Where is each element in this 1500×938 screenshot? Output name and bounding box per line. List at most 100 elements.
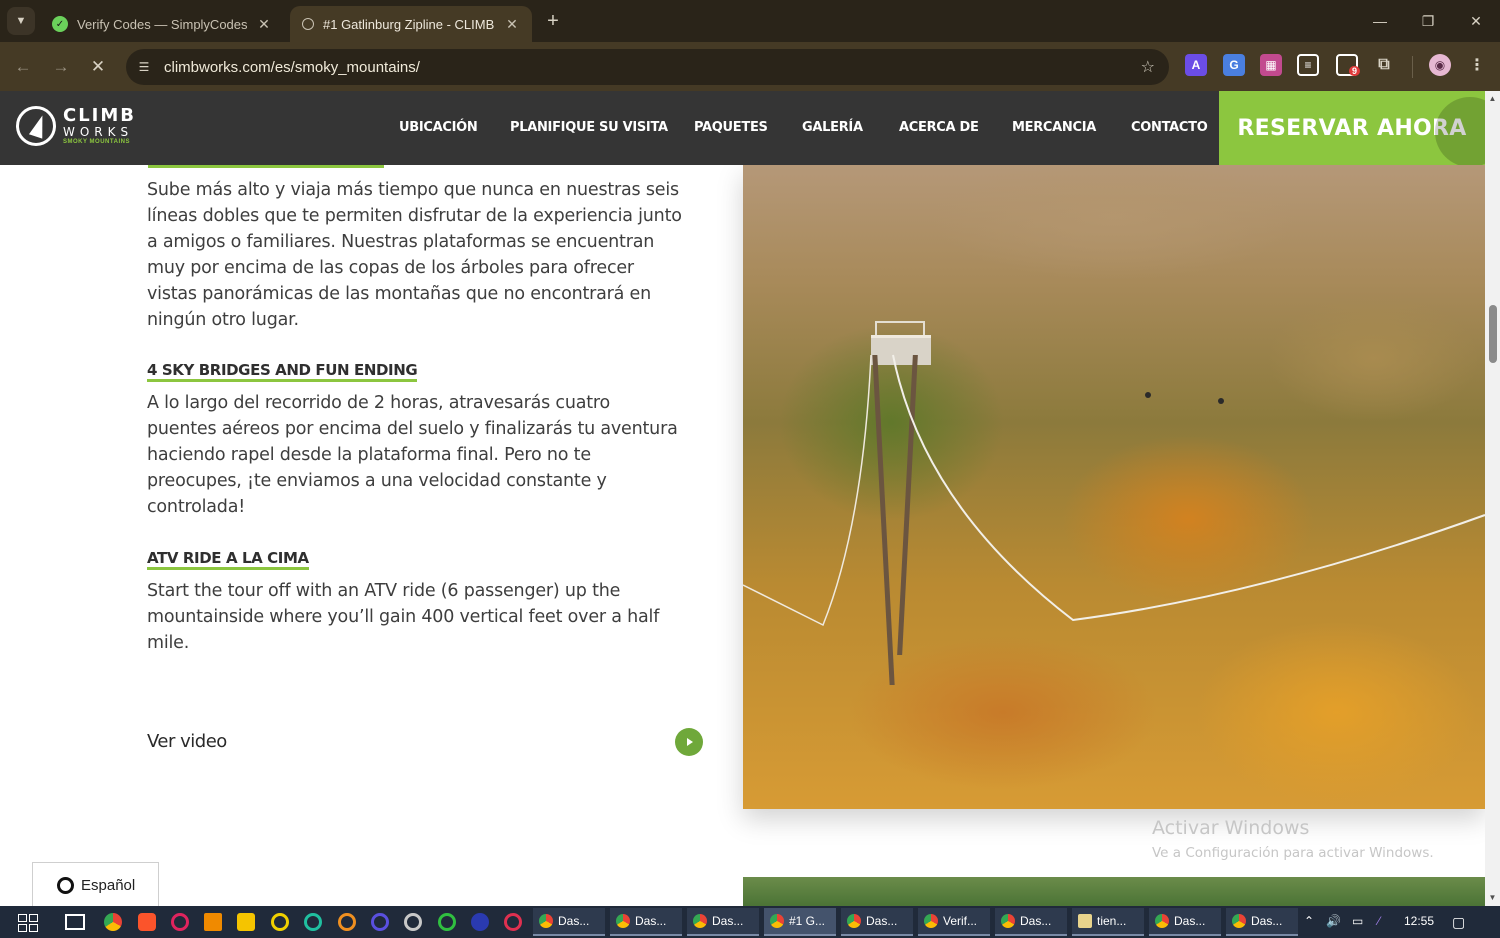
heading-underline xyxy=(148,165,384,168)
notifications-icon[interactable]: ▢ xyxy=(1452,914,1465,931)
tray-chevron-up-icon[interactable]: ⌃ xyxy=(1304,914,1314,928)
pen-icon[interactable]: ⁄ xyxy=(1378,914,1380,928)
nav-planifique[interactable]: PLANIFIQUE SU VISITA xyxy=(510,120,668,135)
taskbar-app[interactable]: Das... xyxy=(687,908,759,936)
loading-favicon-icon xyxy=(302,18,314,30)
taskbar-app-active[interactable]: #1 G... xyxy=(764,908,836,936)
taskbar-app-label: Das... xyxy=(558,914,590,928)
plus-icon: + xyxy=(547,9,559,32)
app-ring-yellow-icon[interactable] xyxy=(271,913,289,931)
browser-toolbar: ← → ✕ ☰ ☆ A G ▦ ≡ 9 ⧉ ◉ ⋮ xyxy=(0,42,1500,91)
profile-avatar-icon[interactable]: ◉ xyxy=(1429,54,1451,76)
task-view-icon[interactable] xyxy=(65,914,85,930)
nav-paquetes[interactable]: PAQUETES xyxy=(694,120,768,135)
taskbar-app-label: Verif... xyxy=(943,914,978,928)
restore-icon: ❐ xyxy=(1421,12,1435,29)
scroll-down-icon[interactable]: ▼ xyxy=(1488,893,1497,902)
clock[interactable]: 12:55 xyxy=(1404,914,1434,928)
nav-acerca-de[interactable]: ACERCA DE xyxy=(899,120,979,135)
taskbar-app-label: tien... xyxy=(1097,914,1127,928)
watermark-title: Activar Windows xyxy=(1152,817,1310,839)
translate-extension-icon[interactable]: G xyxy=(1223,54,1245,76)
app-ring-green-icon[interactable] xyxy=(438,913,456,931)
language-label: Español xyxy=(81,876,136,894)
opera-icon[interactable] xyxy=(171,913,189,931)
restore-button[interactable]: ❐ xyxy=(1413,8,1443,34)
taskbar-app[interactable]: Das... xyxy=(1226,908,1298,936)
play-icon[interactable] xyxy=(675,728,703,756)
more-menu-icon[interactable]: ⋮ xyxy=(1466,54,1488,76)
extension-store-icon[interactable]: ▦ xyxy=(1260,54,1282,76)
page-scrollbar[interactable]: ▲ ▼ xyxy=(1485,91,1500,906)
app-ring-orange-icon[interactable] xyxy=(338,913,356,931)
nav-mercancia[interactable]: MERCANCIA xyxy=(1012,120,1096,135)
tab-verify-codes[interactable]: ✓ Verify Codes — SimplyCodes ✕ xyxy=(40,6,284,42)
tab-search-button[interactable]: ▼ xyxy=(7,7,35,35)
taskbar-app-label: Das... xyxy=(712,914,744,928)
book-now-button[interactable]: RESERVAR AHORA xyxy=(1219,91,1485,165)
scrollbar-thumb[interactable] xyxy=(1489,305,1497,363)
logo-line2: WORKS xyxy=(63,125,134,139)
forest-photo-2 xyxy=(743,877,1485,906)
tab-title: #1 Gatlinburg Zipline - CLIMB V xyxy=(323,16,496,32)
page-viewport: CLIMB WORKS SMOKY MOUNTAINS UBICACIÓN PL… xyxy=(0,91,1485,906)
nav-contacto[interactable]: CONTACTO xyxy=(1131,120,1208,135)
section-body-atv: Start the tour off with an ATV ride (6 p… xyxy=(147,581,660,653)
reading-list-icon[interactable]: ≡ xyxy=(1297,54,1319,76)
taskbar-app[interactable]: Das... xyxy=(610,908,682,936)
taskbar-app[interactable]: tien... xyxy=(1072,908,1144,936)
chrome-icon xyxy=(1232,914,1246,928)
start-icon[interactable] xyxy=(18,914,38,932)
taskbar-app[interactable]: Das... xyxy=(533,908,605,936)
forward-button[interactable]: → xyxy=(48,54,74,80)
taskbar-app[interactable]: Das... xyxy=(995,908,1067,936)
taskbar-app[interactable]: Das... xyxy=(1149,908,1221,936)
globe-icon xyxy=(57,876,74,894)
close-tab-icon[interactable]: ✕ xyxy=(256,16,272,33)
brave-icon[interactable] xyxy=(138,913,156,931)
section-heading-atv: ATV RIDE A LA CIMA xyxy=(147,549,309,570)
volume-icon[interactable]: 🔊 xyxy=(1326,914,1341,928)
nav-galeria[interactable]: GALERÍA xyxy=(802,120,863,135)
language-selector[interactable]: Español xyxy=(32,862,159,906)
windows-taskbar: Das... Das... Das... #1 G... Das... Veri… xyxy=(0,906,1500,938)
stop-loading-button[interactable]: ✕ xyxy=(85,54,111,80)
taskbar-app[interactable]: Verif... xyxy=(918,908,990,936)
back-button[interactable]: ← xyxy=(10,54,36,80)
network-icon[interactable]: ▭ xyxy=(1352,914,1363,928)
site-settings-icon[interactable]: ☰ xyxy=(136,59,152,75)
taskbar-app-label: Das... xyxy=(1251,914,1283,928)
extensions-puzzle-icon[interactable]: ⧉ xyxy=(1373,54,1395,76)
app-ring-grey-icon[interactable] xyxy=(404,913,422,931)
climbworks-logo[interactable]: CLIMB WORKS SMOKY MOUNTAINS xyxy=(16,106,136,146)
taskbar-app[interactable]: Das... xyxy=(841,908,913,936)
app-ring-red-icon[interactable] xyxy=(504,913,522,931)
app-ring-indigo-icon[interactable] xyxy=(371,913,389,931)
chrome-icon xyxy=(539,914,553,928)
climber-logo-icon xyxy=(16,106,56,146)
nav-ubicacion[interactable]: UBICACIÓN xyxy=(399,120,478,135)
zipline-autumn-photo xyxy=(743,165,1485,809)
address-bar[interactable]: ☰ ☆ xyxy=(126,49,1169,85)
taskbar-app-label: Das... xyxy=(1174,914,1206,928)
chrome-icon xyxy=(847,914,861,928)
codes-extension-icon[interactable]: 9 xyxy=(1336,54,1361,76)
video-link[interactable]: Ver video xyxy=(147,728,703,758)
close-tab-icon[interactable]: ✕ xyxy=(504,16,520,33)
tab-climbworks[interactable]: #1 Gatlinburg Zipline - CLIMB V ✕ xyxy=(290,6,532,42)
new-tab-button[interactable]: + xyxy=(540,8,566,34)
media-player-icon[interactable] xyxy=(237,913,255,931)
vlc-icon[interactable] xyxy=(204,913,222,931)
app-circle-blue-icon[interactable] xyxy=(471,913,489,931)
taskbar-app-label: Das... xyxy=(635,914,667,928)
bookmark-star-icon[interactable]: ☆ xyxy=(1141,57,1155,77)
intro-paragraph: Sube más alto y viaja más tiempo que nun… xyxy=(147,180,682,330)
extension-a-icon[interactable]: A xyxy=(1185,54,1207,76)
zipline-cables xyxy=(743,354,1485,627)
scroll-up-icon[interactable]: ▲ xyxy=(1488,94,1497,103)
url-input[interactable] xyxy=(164,58,1104,76)
app-ring-teal-icon[interactable] xyxy=(304,913,322,931)
chrome-icon[interactable] xyxy=(104,913,122,931)
minimize-button[interactable]: — xyxy=(1365,8,1395,34)
close-window-button[interactable]: ✕ xyxy=(1461,8,1491,34)
